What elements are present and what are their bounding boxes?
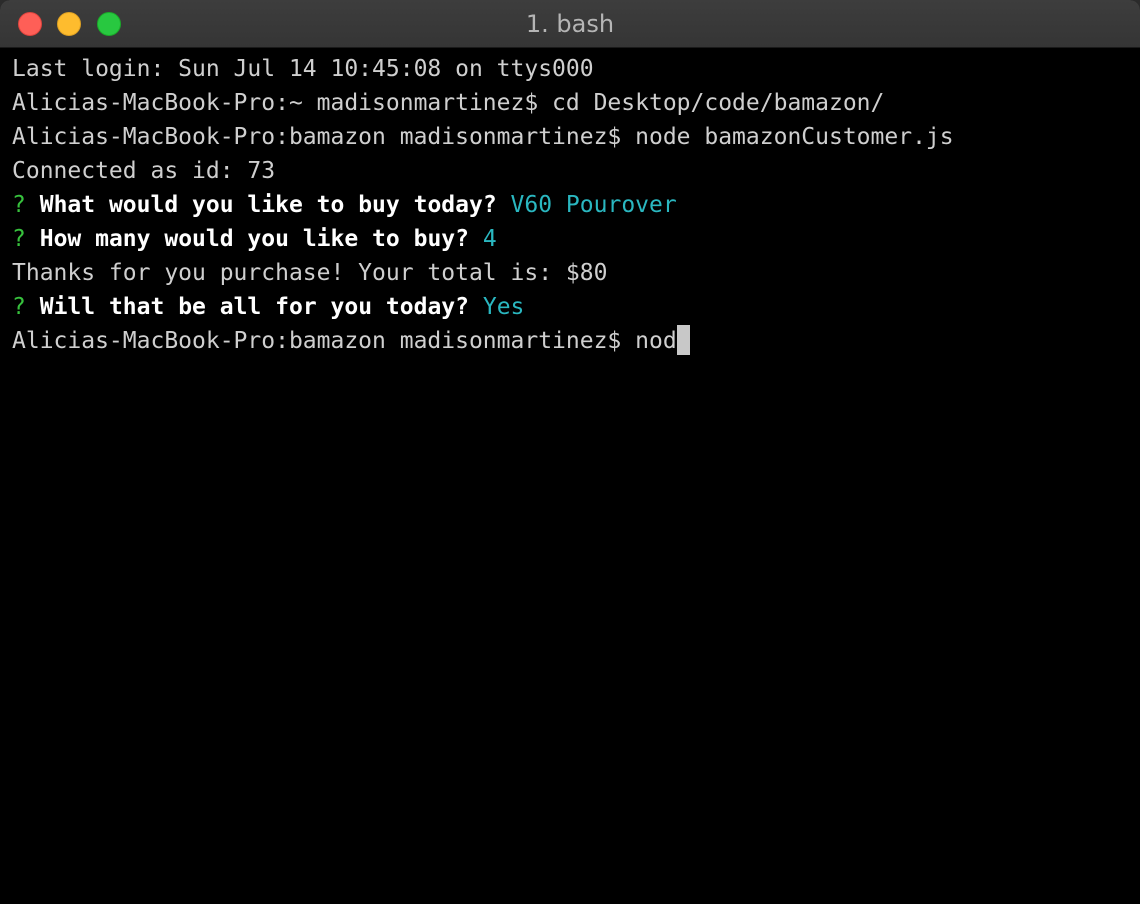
answer-text: Yes bbox=[482, 294, 525, 320]
thanks-line: Thanks for you purchase! Your total is: … bbox=[12, 256, 1132, 290]
question-mark: ? bbox=[12, 294, 26, 320]
question-line-done: ? Will that be all for you today? Yes bbox=[12, 290, 1132, 324]
current-input[interactable]: nod bbox=[635, 328, 677, 354]
answer-text: V60 Pourover bbox=[510, 192, 677, 218]
terminal-window: 1. bash Last login: Sun Jul 14 10:45:08 … bbox=[0, 0, 1140, 904]
login-line: Last login: Sun Jul 14 10:45:08 on ttys0… bbox=[12, 52, 1132, 86]
question-line-quantity: ? How many would you like to buy? 4 bbox=[12, 222, 1132, 256]
question-text: How many would you like to buy? bbox=[39, 226, 469, 252]
thanks-text: Thanks for you purchase! Your total is: … bbox=[12, 260, 608, 286]
shell-prompt: Alicias-MacBook-Pro:bamazon madisonmarti… bbox=[12, 328, 636, 354]
node-line: Alicias-MacBook-Pro:bamazon madisonmarti… bbox=[12, 120, 1132, 154]
connected-text: Connected as id: 73 bbox=[12, 158, 276, 184]
question-mark: ? bbox=[12, 192, 26, 218]
title-bar[interactable]: 1. bash bbox=[0, 0, 1140, 48]
cd-command: cd Desktop/code/bamazon/ bbox=[552, 90, 885, 116]
input-line[interactable]: Alicias-MacBook-Pro:bamazon madisonmarti… bbox=[12, 324, 1132, 358]
node-command: node bamazonCustomer.js bbox=[635, 124, 954, 150]
question-text: What would you like to buy today? bbox=[39, 192, 497, 218]
answer-text: 4 bbox=[482, 226, 497, 252]
window-title: 1. bash bbox=[525, 10, 615, 38]
login-text: Last login: Sun Jul 14 10:45:08 on ttys0… bbox=[12, 56, 594, 82]
text-cursor bbox=[676, 325, 690, 355]
question-text: Will that be all for you today? bbox=[39, 294, 469, 320]
shell-prompt: Alicias-MacBook-Pro:bamazon madisonmarti… bbox=[12, 124, 636, 150]
cd-line: Alicias-MacBook-Pro:~ madisonmartinez$ c… bbox=[12, 86, 1132, 120]
question-line-item: ? What would you like to buy today? V60 … bbox=[12, 188, 1132, 222]
shell-prompt: Alicias-MacBook-Pro:~ madisonmartinez$ bbox=[12, 90, 553, 116]
question-mark: ? bbox=[12, 226, 26, 252]
connected-line: Connected as id: 73 bbox=[12, 154, 1132, 188]
terminal-output[interactable]: Last login: Sun Jul 14 10:45:08 on ttys0… bbox=[12, 52, 1132, 358]
